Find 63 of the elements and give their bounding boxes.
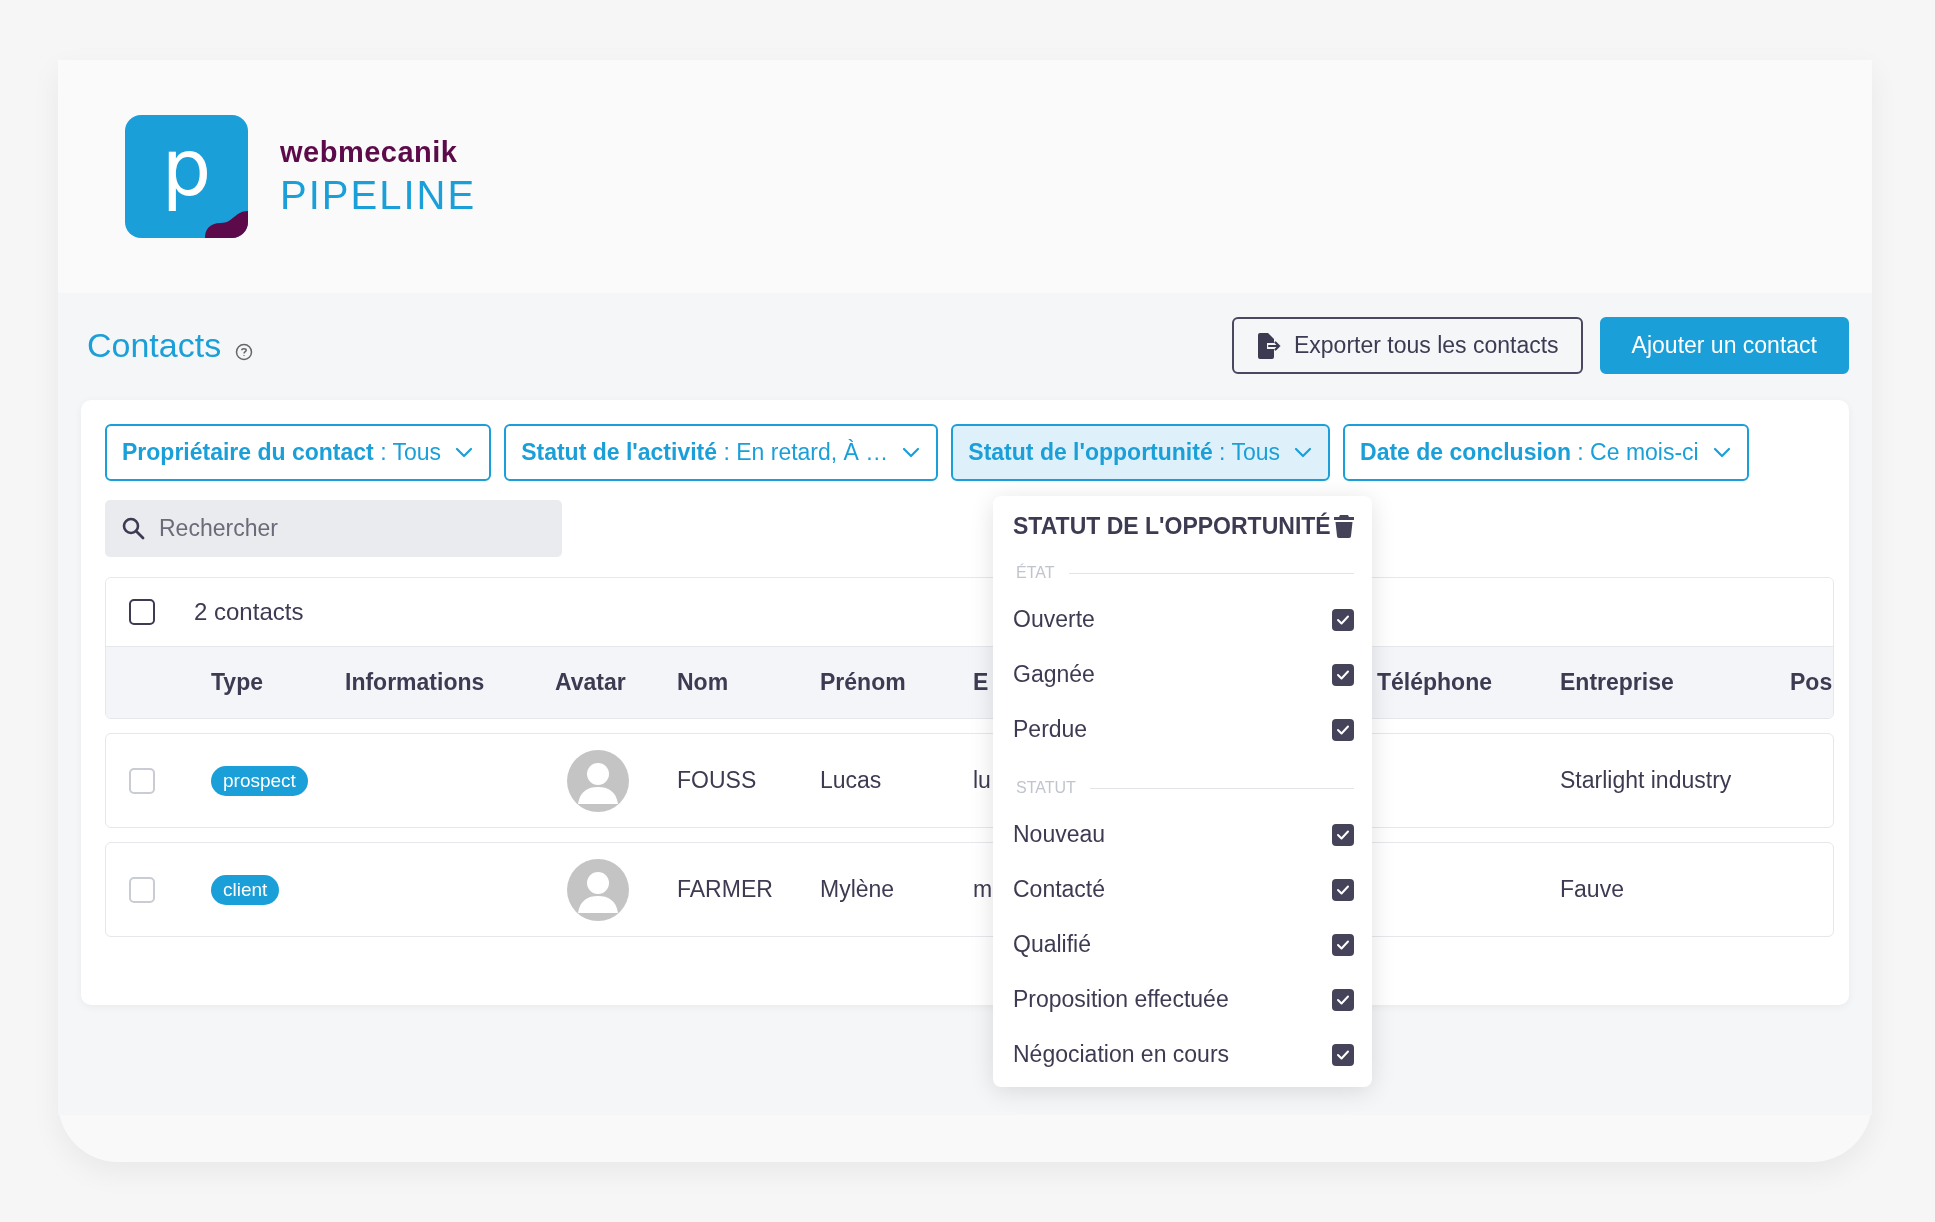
- table-cell: Lucas: [820, 767, 882, 793]
- contact-count: 2 contacts: [194, 598, 304, 626]
- search-icon: [121, 516, 145, 540]
- column-header: Téléphone: [1377, 669, 1492, 695]
- filter-dropdown[interactable]: Propriétaire du contact : Tous: [105, 424, 492, 481]
- table-cell: FARMER: [677, 876, 773, 902]
- trash-icon[interactable]: [1334, 514, 1354, 538]
- table-cell: FOUSS: [677, 767, 757, 793]
- search-field[interactable]: Rechercher: [105, 500, 562, 557]
- table-cell: Fauve: [1560, 876, 1624, 902]
- row-checkbox[interactable]: [129, 876, 155, 903]
- app-logo: p: [125, 115, 248, 238]
- chevron-down-icon: [455, 446, 474, 459]
- table-cell: lu: [973, 767, 991, 793]
- page-title: Contacts: [87, 326, 222, 365]
- option-label: Qualifié: [1013, 931, 1091, 958]
- chevron-down-icon: [1712, 446, 1731, 459]
- option-checkbox[interactable]: [1332, 988, 1354, 1011]
- select-all-checkbox[interactable]: [129, 599, 155, 625]
- column-header: Nom: [677, 669, 729, 695]
- company-name: webmecanik: [280, 135, 459, 169]
- avatar-icon: [567, 858, 629, 921]
- filter-dropdown[interactable]: Date de conclusion : Ce mois-ci: [1343, 424, 1749, 481]
- filter-dropdown[interactable]: Statut de l'opportunité : Tous: [951, 424, 1331, 481]
- table-cell: m: [973, 876, 993, 902]
- column-header: Entreprise: [1560, 669, 1674, 695]
- avatar-icon: [567, 749, 629, 812]
- filter-dropdown[interactable]: Statut de l'activité : En retard, À …: [504, 424, 939, 481]
- column-header: E: [973, 669, 989, 695]
- option-label: Négociation en cours: [1013, 1041, 1230, 1068]
- option-label: Gagnée: [1013, 661, 1095, 688]
- column-header: Avatar: [555, 669, 626, 695]
- type-tag: prospect: [211, 765, 308, 796]
- option-checkbox[interactable]: [1332, 878, 1354, 901]
- option-label: Proposition effectuée: [1013, 986, 1229, 1013]
- option-label: Contacté: [1013, 876, 1106, 903]
- column-header: Prénom: [820, 669, 906, 695]
- dropdown-title: STATUT DE L'OPPORTUNITÉ: [1013, 512, 1331, 540]
- column-header: Type: [211, 669, 263, 695]
- help-icon[interactable]: [235, 342, 254, 361]
- chevron-down-icon: [902, 446, 921, 459]
- option-checkbox[interactable]: [1332, 608, 1354, 631]
- row-checkbox[interactable]: [129, 767, 155, 794]
- export-button[interactable]: Exporter tous les contacts: [1231, 317, 1583, 374]
- column-header: Pos: [1790, 669, 1833, 695]
- option-checkbox[interactable]: [1332, 1043, 1354, 1066]
- table-cell: Starlight industry: [1560, 767, 1732, 793]
- option-checkbox[interactable]: [1332, 663, 1354, 686]
- product-name: PIPELINE: [280, 172, 477, 218]
- option-checkbox[interactable]: [1332, 933, 1354, 956]
- option-label: Ouverte: [1013, 606, 1095, 633]
- file-export-icon: [1255, 331, 1282, 360]
- column-header: Informations: [345, 669, 485, 695]
- add-contact-button[interactable]: Ajouter un contact: [1599, 317, 1849, 374]
- option-label: Nouveau: [1013, 821, 1106, 848]
- option-checkbox[interactable]: [1332, 718, 1354, 741]
- table-cell: Mylène: [820, 876, 895, 902]
- section-label: ÉTAT: [1016, 564, 1055, 582]
- option-label: Perdue: [1013, 716, 1088, 743]
- section-label: STATUT: [1016, 779, 1076, 797]
- chevron-down-icon: [1294, 446, 1313, 459]
- option-checkbox[interactable]: [1332, 823, 1354, 846]
- type-tag: client: [211, 874, 280, 905]
